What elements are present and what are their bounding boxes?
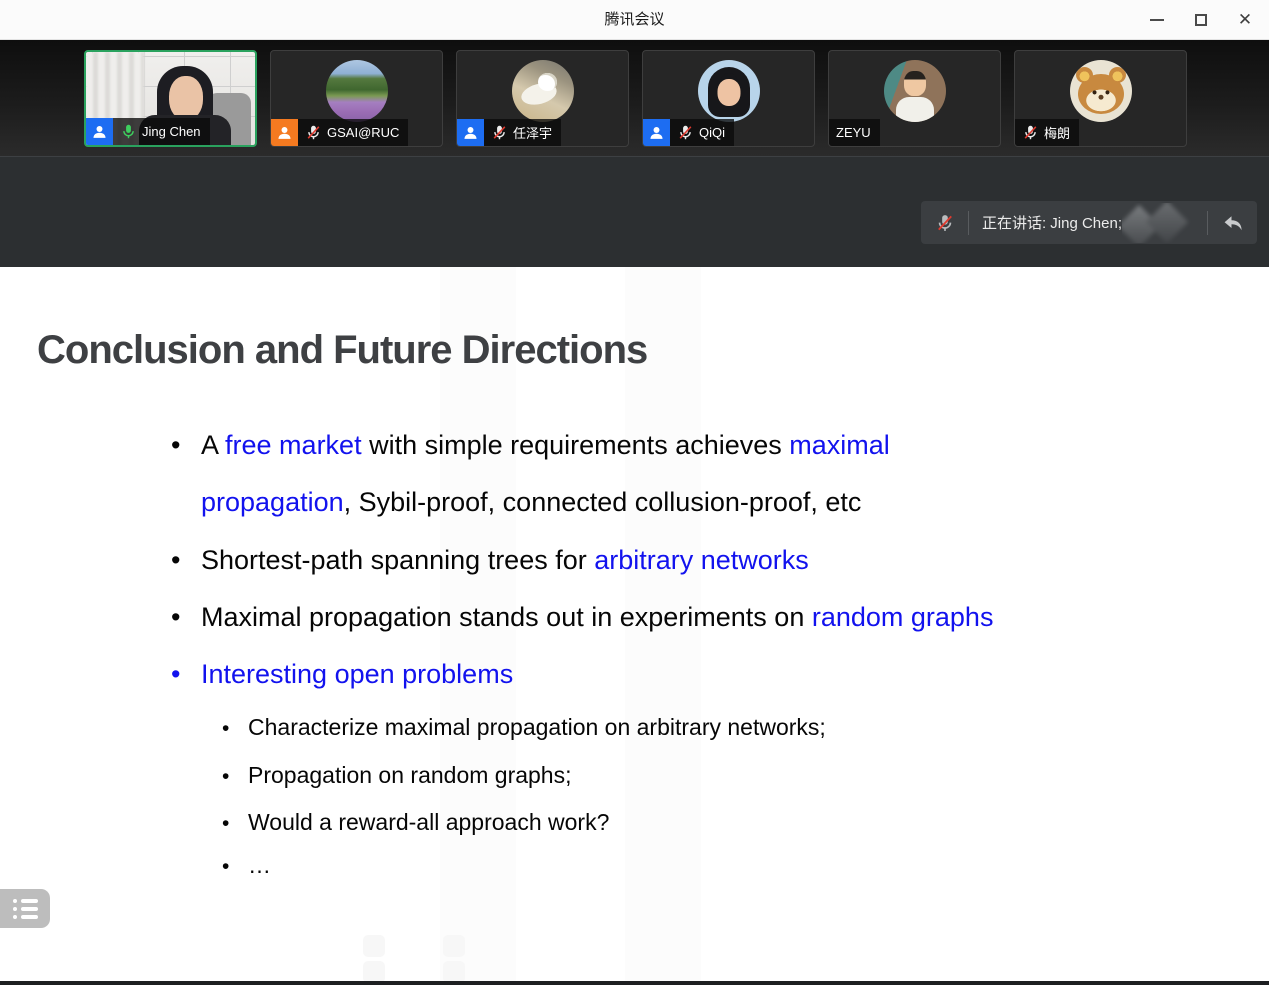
- sub-bullet-line: •Characterize maximal propagation on arb…: [222, 714, 826, 741]
- bullet-text: A: [201, 430, 225, 460]
- sub-bullet-line: •Propagation on random graphs;: [222, 762, 572, 789]
- blurred-watermark: [1122, 203, 1194, 243]
- stage-background: 正在讲话: Jing Chen;: [0, 156, 1269, 267]
- bullet-line: •Shortest-path spanning trees for arbitr…: [171, 545, 809, 576]
- mic-muted-icon[interactable]: [935, 213, 955, 233]
- minimize-icon: [1150, 19, 1164, 21]
- bullet-text-highlight: propagation: [201, 487, 344, 517]
- tile-label-row: Jing Chen: [86, 118, 210, 145]
- sub-bullet-text: Characterize maximal propagation on arbi…: [248, 714, 826, 740]
- tencent-meeting-window: 腾讯会议 ✕: [0, 0, 1269, 985]
- bullet-text: , Sybil-proof, connected collusion-proof…: [344, 487, 862, 517]
- close-button[interactable]: ✕: [1223, 0, 1267, 40]
- bullet-dot: •: [171, 430, 201, 461]
- person-badge-icon: [643, 119, 670, 146]
- window-title: 腾讯会议: [0, 0, 1269, 40]
- video-person-face: [169, 76, 203, 120]
- maximize-icon: [1195, 14, 1207, 26]
- bullet-line: •Interesting open problems: [171, 659, 513, 690]
- faint-watermark-chip: [443, 961, 465, 981]
- participant-tile-qiqi[interactable]: QiQi: [642, 50, 815, 147]
- titlebar: 腾讯会议 ✕: [0, 0, 1269, 40]
- avatar: [884, 60, 946, 122]
- bullet-dot: •: [222, 855, 248, 879]
- bullet-text-highlight: arbitrary networks: [594, 545, 809, 575]
- presentation-slide: Conclusion and Future Directions •A free…: [0, 267, 1269, 981]
- close-icon: ✕: [1238, 10, 1252, 30]
- participant-name: Jing Chen: [142, 124, 201, 139]
- participant-tile-renzeyu[interactable]: 任泽宇: [456, 50, 629, 147]
- avatar: [326, 60, 388, 122]
- sub-bullet-text: …: [248, 852, 271, 878]
- bullet-dot: •: [171, 659, 201, 690]
- participant-name: GSAI@RUC: [327, 125, 399, 140]
- participant-tile-meilang[interactable]: 梅朗: [1014, 50, 1187, 147]
- avatar: [512, 60, 574, 122]
- avatar: [1070, 60, 1132, 122]
- participant-tile-gsai-ruc[interactable]: GSAI@RUC: [270, 50, 443, 147]
- bullet-text: Maximal propagation stands out in experi…: [201, 602, 812, 632]
- bullet-text: Shortest-path spanning trees for: [201, 545, 594, 575]
- list-icon: [13, 899, 38, 919]
- faint-watermark-chip: [363, 935, 385, 957]
- mic-muted-icon: [1022, 124, 1039, 141]
- sub-bullet-line: •Would a reward-all approach work?: [222, 809, 609, 836]
- reply-arrow-icon[interactable]: [1221, 211, 1245, 235]
- bullet-text-highlight: Interesting open problems: [201, 659, 513, 689]
- sub-bullet-line: •…: [222, 852, 271, 879]
- bullet-line: •Maximal propagation stands out in exper…: [171, 602, 993, 633]
- divider: [1207, 211, 1208, 235]
- bullet-dot: •: [222, 765, 248, 789]
- sub-bullet-text: Propagation on random graphs;: [248, 762, 572, 788]
- bullet-dot: •: [171, 545, 201, 576]
- bullet-dot: •: [222, 812, 248, 836]
- participant-name: 梅朗: [1044, 123, 1070, 142]
- divider: [968, 211, 969, 235]
- slide-title: Conclusion and Future Directions: [37, 328, 647, 373]
- tile-label-row: 任泽宇: [457, 119, 561, 146]
- faint-watermark-chip: [363, 961, 385, 981]
- bullet-text-highlight: free market: [225, 430, 362, 460]
- participant-name: ZEYU: [836, 125, 871, 140]
- mic-muted-icon: [305, 124, 322, 141]
- mic-muted-icon: [677, 124, 694, 141]
- bullet-text-highlight: random graphs: [812, 602, 994, 632]
- person-badge-icon: [86, 118, 113, 145]
- person-badge-icon: [457, 119, 484, 146]
- person-badge-icon: [271, 119, 298, 146]
- faint-watermark-chip: [443, 935, 465, 957]
- sub-bullet-text: Would a reward-all approach work?: [248, 809, 609, 835]
- participant-tiles: Jing Chen GSAI@RUC: [84, 50, 1187, 147]
- participant-name: 任泽宇: [513, 123, 552, 142]
- tile-label-row: GSAI@RUC: [271, 119, 408, 146]
- bullet-dot: •: [222, 717, 248, 741]
- bullet-line-continuation: •propagation, Sybil-proof, connected col…: [171, 487, 861, 518]
- minimize-button[interactable]: [1135, 0, 1179, 40]
- tile-label-row: QiQi: [643, 119, 734, 146]
- participant-list-toggle-button[interactable]: [0, 889, 50, 928]
- mic-on-icon: [120, 123, 137, 140]
- mic-muted-icon: [491, 124, 508, 141]
- participant-strip: Jing Chen GSAI@RUC: [0, 40, 1269, 156]
- participant-name: QiQi: [699, 125, 725, 140]
- participant-tile-zeyu[interactable]: ZEYU: [828, 50, 1001, 147]
- avatar: [698, 60, 760, 122]
- tile-label-row: ZEYU: [829, 119, 880, 146]
- maximize-button[interactable]: [1179, 0, 1223, 40]
- bullet-dot: •: [171, 602, 201, 633]
- bullet-line: •A free market with simple requirements …: [171, 430, 890, 461]
- speaking-status-pill: 正在讲话: Jing Chen;: [921, 201, 1257, 244]
- bottom-edge-bar: [0, 981, 1269, 985]
- window-controls: ✕: [1135, 0, 1267, 40]
- bullet-text: with simple requirements achieves: [362, 430, 790, 460]
- participant-tile-jing-chen[interactable]: Jing Chen: [84, 50, 257, 147]
- bullet-text-highlight: maximal: [789, 430, 890, 460]
- tile-label-row: 梅朗: [1015, 119, 1079, 146]
- bear-face: [1078, 74, 1124, 114]
- speaking-label: 正在讲话: Jing Chen;: [982, 212, 1122, 233]
